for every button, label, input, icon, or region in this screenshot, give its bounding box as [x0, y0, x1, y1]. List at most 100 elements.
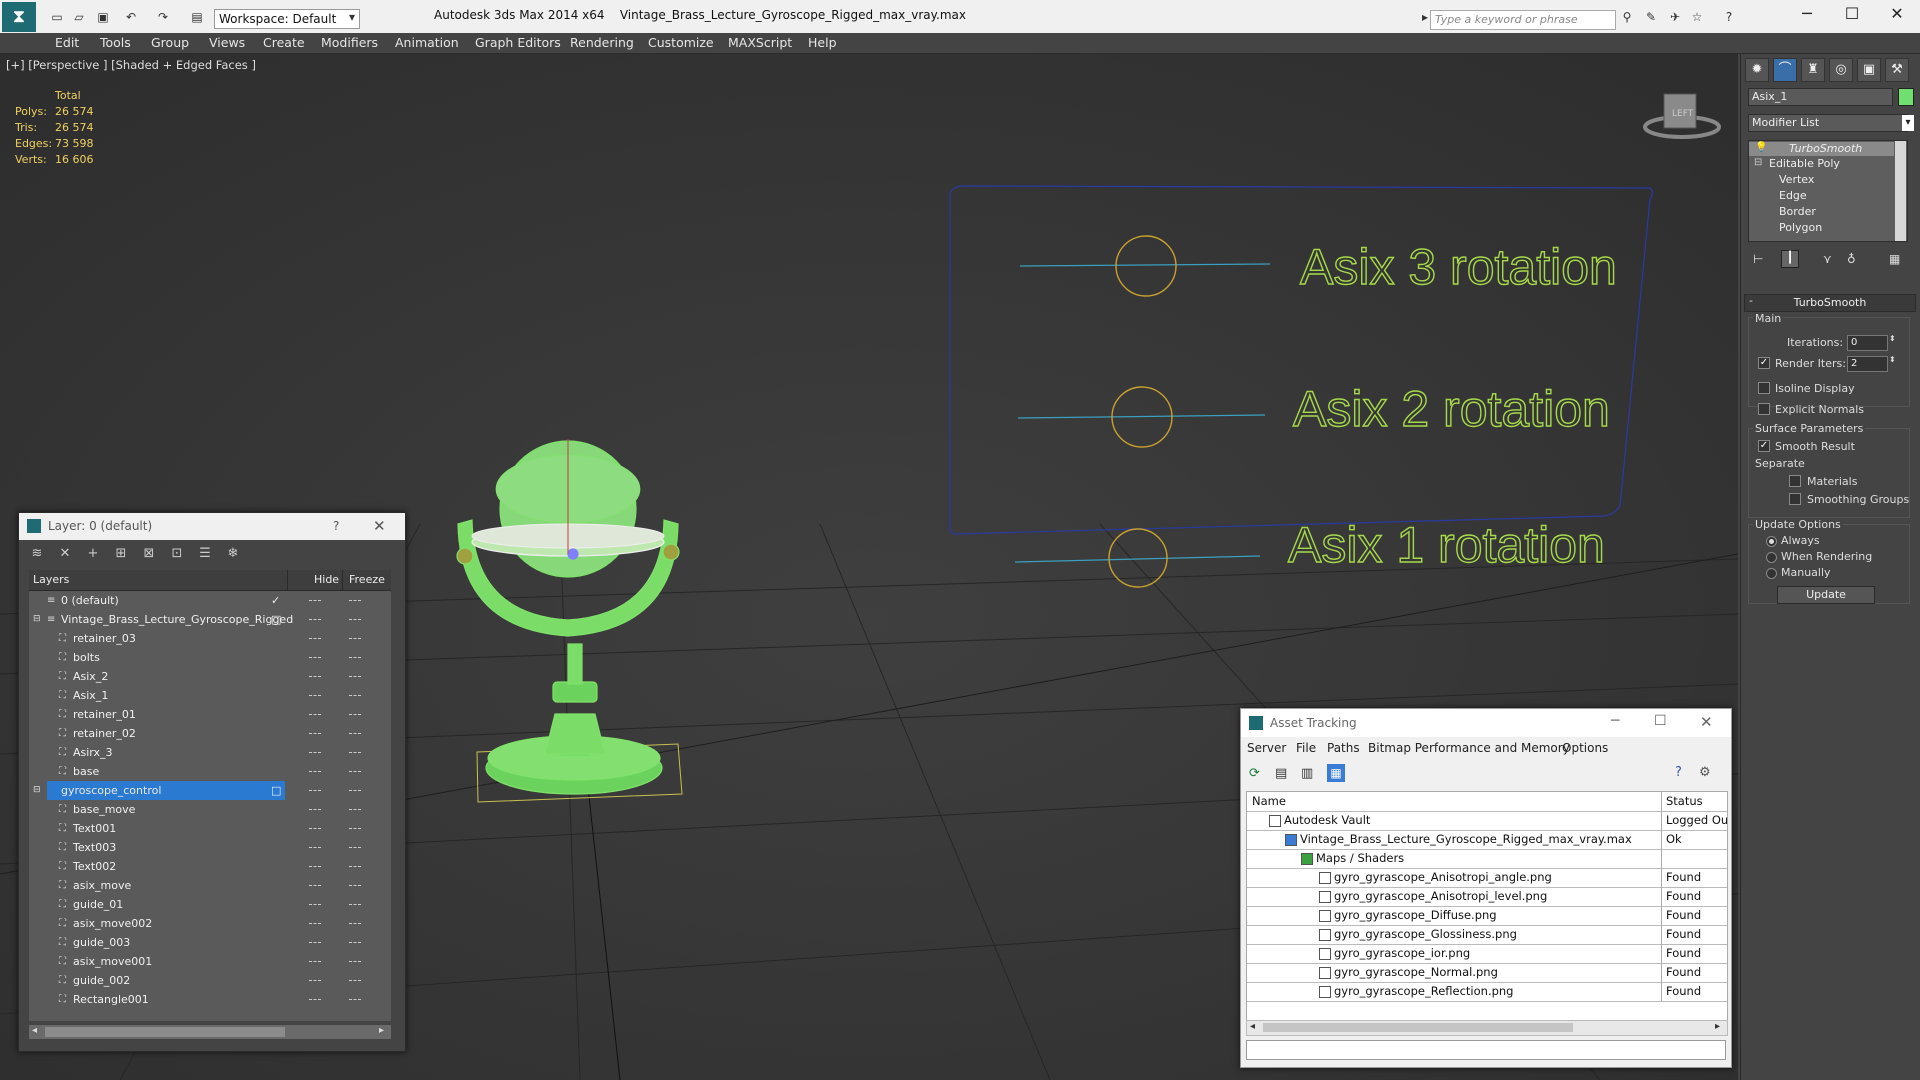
menu-animation[interactable]: Animation: [395, 35, 459, 50]
subscription-icon[interactable]: ✎: [1644, 10, 1658, 24]
motion-tab-icon[interactable]: ◎: [1829, 58, 1853, 82]
asset-scroll-thumb[interactable]: [1263, 1023, 1573, 1032]
viewport-label[interactable]: [+] [Perspective ] [Shaded + Edged Faces…: [6, 58, 256, 72]
communication-icon[interactable]: ✈: [1668, 10, 1682, 24]
manually-radio[interactable]: [1766, 568, 1777, 579]
layer-row[interactable]: ⛶ Text003: [29, 838, 391, 857]
layer-row[interactable]: ⛶ Rectangle001: [29, 990, 391, 1009]
freeze-toggle[interactable]: [349, 657, 361, 659]
layer-row[interactable]: ⛶ asix_move002: [29, 914, 391, 933]
bulb-icon[interactable]: 💡: [1755, 142, 1767, 153]
layer-row[interactable]: ⛶ guide_01: [29, 895, 391, 914]
hide-toggle[interactable]: [309, 904, 321, 906]
hide-toggle[interactable]: [309, 695, 321, 697]
hide-toggle[interactable]: [309, 885, 321, 887]
show-end-result-icon[interactable]: ┃: [1781, 250, 1799, 268]
binoculars-icon[interactable]: ⚲: [1620, 10, 1634, 24]
layer-row[interactable]: ⛶ Text002: [29, 857, 391, 876]
stack-item-edge[interactable]: Edge: [1779, 189, 1807, 202]
menu-group[interactable]: Group: [151, 35, 189, 50]
asset-row[interactable]: gyro_gyrascope_Diffuse.png Found: [1247, 906, 1727, 926]
isoline-display-checkbox[interactable]: [1758, 382, 1770, 394]
select-objects-icon[interactable]: ⊠: [141, 546, 157, 562]
pin-stack-icon[interactable]: ⊢: [1753, 252, 1763, 266]
freeze-toggle[interactable]: [349, 752, 361, 754]
freeze-toggle[interactable]: [349, 904, 361, 906]
layer-settings-icon[interactable]: ≋: [29, 546, 45, 562]
freeze-toggle[interactable]: [349, 714, 361, 716]
freeze-toggle[interactable]: [349, 676, 361, 678]
hide-toggle[interactable]: [309, 866, 321, 868]
stack-item-vertex[interactable]: Vertex: [1779, 173, 1814, 186]
maximize-icon[interactable]: ☐: [1837, 4, 1867, 23]
hide-toggle[interactable]: [309, 714, 321, 716]
asset-menu-options[interactable]: Options: [1562, 741, 1608, 755]
search-input[interactable]: Type a keyword or phrase: [1430, 10, 1616, 30]
asset-col-name[interactable]: Name: [1252, 792, 1286, 811]
highlight-layer-icon[interactable]: ⊡: [169, 546, 185, 562]
hide-toggle[interactable]: [309, 638, 321, 640]
freeze-toggle[interactable]: [349, 942, 361, 944]
freeze-toggle[interactable]: [349, 980, 361, 982]
col-freeze[interactable]: Freeze: [349, 573, 385, 586]
stack-item-polygon[interactable]: Polygon: [1779, 221, 1822, 234]
expand-collapse-icon[interactable]: ⊟: [33, 781, 41, 800]
asset-menu-file[interactable]: File: [1296, 741, 1316, 755]
layer-row[interactable]: ⛶ bolts: [29, 648, 391, 667]
freeze-toggle[interactable]: [349, 600, 361, 602]
freeze-toggle[interactable]: [349, 885, 361, 887]
layer-row[interactable]: ≡⊟gyroscope_control□: [29, 781, 391, 800]
hide-toggle[interactable]: [309, 752, 321, 754]
asset-maximize-icon[interactable]: ☐: [1654, 713, 1667, 729]
menu-customize[interactable]: Customize: [648, 35, 714, 50]
utilities-tab-icon[interactable]: ⚒: [1885, 58, 1909, 82]
layer-row[interactable]: ⛶ Asirx_3: [29, 743, 391, 762]
detail-view-icon[interactable]: ▥: [1301, 766, 1313, 781]
asset-row[interactable]: Autodesk Vault Logged Ou: [1247, 811, 1727, 831]
asset-help-icon[interactable]: ?: [1675, 765, 1682, 780]
menu-tools[interactable]: Tools: [100, 35, 131, 50]
hide-toggle[interactable]: [309, 733, 321, 735]
layer-window-titlebar[interactable]: Layer: 0 (default) ? ✕: [19, 513, 405, 540]
layer-row[interactable]: ⛶ base: [29, 762, 391, 781]
menu-graph-editors[interactable]: Graph Editors: [475, 35, 561, 50]
hide-toggle[interactable]: [309, 676, 321, 678]
asset-row[interactable]: gyro_gyrascope_Anisotropi_angle.png Found: [1247, 868, 1727, 888]
current-layer-checkbox[interactable]: □: [271, 781, 281, 800]
iterations-spinner[interactable]: 0: [1847, 335, 1888, 351]
rollout-collapse-icon[interactable]: -: [1749, 294, 1753, 307]
menu-maxscript[interactable]: MAXScript: [728, 35, 792, 50]
update-button[interactable]: Update: [1777, 586, 1875, 604]
menu-help[interactable]: Help: [808, 35, 837, 50]
freeze-toggle[interactable]: [349, 866, 361, 868]
layer-window-help-icon[interactable]: ?: [333, 519, 339, 533]
asset-close-icon[interactable]: ✕: [1700, 713, 1713, 731]
layer-row[interactable]: ⛶ retainer_02: [29, 724, 391, 743]
menu-modifiers[interactable]: Modifiers: [321, 35, 378, 50]
layer-row[interactable]: ⛶ Text001: [29, 819, 391, 838]
asset-window-titlebar[interactable]: Asset Tracking ─ ☐ ✕: [1241, 709, 1731, 737]
modifier-list-dropdown[interactable]: Modifier List: [1748, 114, 1908, 132]
col-hide[interactable]: Hide: [314, 573, 339, 586]
hide-all-layers-icon[interactable]: ☰: [197, 546, 213, 562]
expand-collapse-icon[interactable]: ⊟: [33, 610, 41, 629]
menu-create[interactable]: Create: [263, 35, 305, 50]
asset-row[interactable]: gyro_gyrascope_Normal.png Found: [1247, 963, 1727, 983]
freeze-toggle[interactable]: [349, 638, 361, 640]
menu-views[interactable]: Views: [209, 35, 245, 50]
asset-path-field[interactable]: [1246, 1040, 1726, 1060]
scroll-right-icon[interactable]: ▸: [379, 1025, 384, 1036]
hide-toggle[interactable]: [309, 790, 321, 792]
help-icon[interactable]: ?: [1722, 10, 1736, 24]
hide-toggle[interactable]: [309, 980, 321, 982]
asset-horizontal-scrollbar[interactable]: ◂ ▸: [1246, 1020, 1728, 1036]
layer-row[interactable]: ⛶ asix_move001: [29, 952, 391, 971]
asset-row[interactable]: gyro_gyrascope_Glossiness.png Found: [1247, 925, 1727, 945]
hide-toggle[interactable]: [309, 847, 321, 849]
freeze-toggle[interactable]: [349, 790, 361, 792]
layer-row[interactable]: ⛶ guide_003: [29, 933, 391, 952]
layer-row[interactable]: ⛶ asix_move: [29, 876, 391, 895]
expand-minus-icon[interactable]: ⊟: [1754, 157, 1762, 168]
explicit-normals-checkbox[interactable]: [1758, 403, 1770, 415]
hide-toggle[interactable]: [309, 828, 321, 830]
